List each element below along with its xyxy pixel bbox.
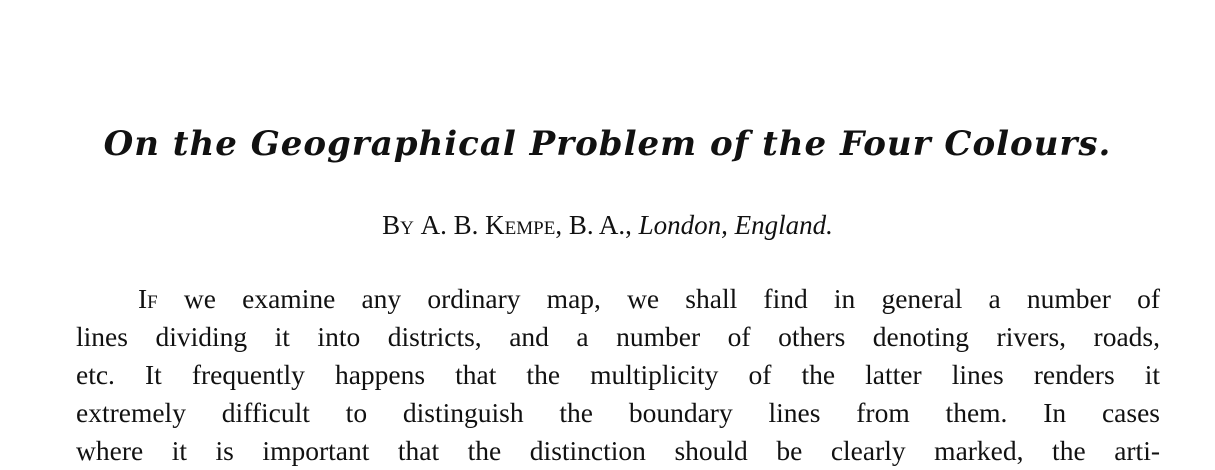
body-paragraph: If we examine any ordinary map, we shall…	[76, 280, 1160, 470]
document-page: On the Geographical Problem of the Four …	[0, 0, 1215, 466]
paragraph-line-4: extremely difficult to distinguish the b…	[76, 397, 1160, 428]
paragraph-line-1: If we examine any ordinary map, we shall…	[76, 280, 1160, 318]
byline-prefix: By	[382, 210, 414, 240]
author-name: A. B. Kempe	[420, 210, 556, 240]
author-location: London, England.	[638, 210, 833, 240]
paper-title: On the Geographical Problem of the Four …	[103, 124, 1112, 164]
author-degree: , B. A.,	[555, 210, 639, 240]
paragraph-line-1-text: we examine any ordinary map, we shall fi…	[157, 283, 1160, 314]
paragraph-line-2: lines dividing it into districts, and a …	[76, 321, 1160, 352]
paragraph-line-5: where it is important that the distincti…	[76, 435, 1160, 466]
paragraph-opening-word: If	[138, 283, 158, 314]
paragraph-line-3: etc. It frequently happens that the mult…	[76, 359, 1160, 390]
author-byline: By A. B. Kempe, B. A., London, England.	[0, 210, 1215, 241]
